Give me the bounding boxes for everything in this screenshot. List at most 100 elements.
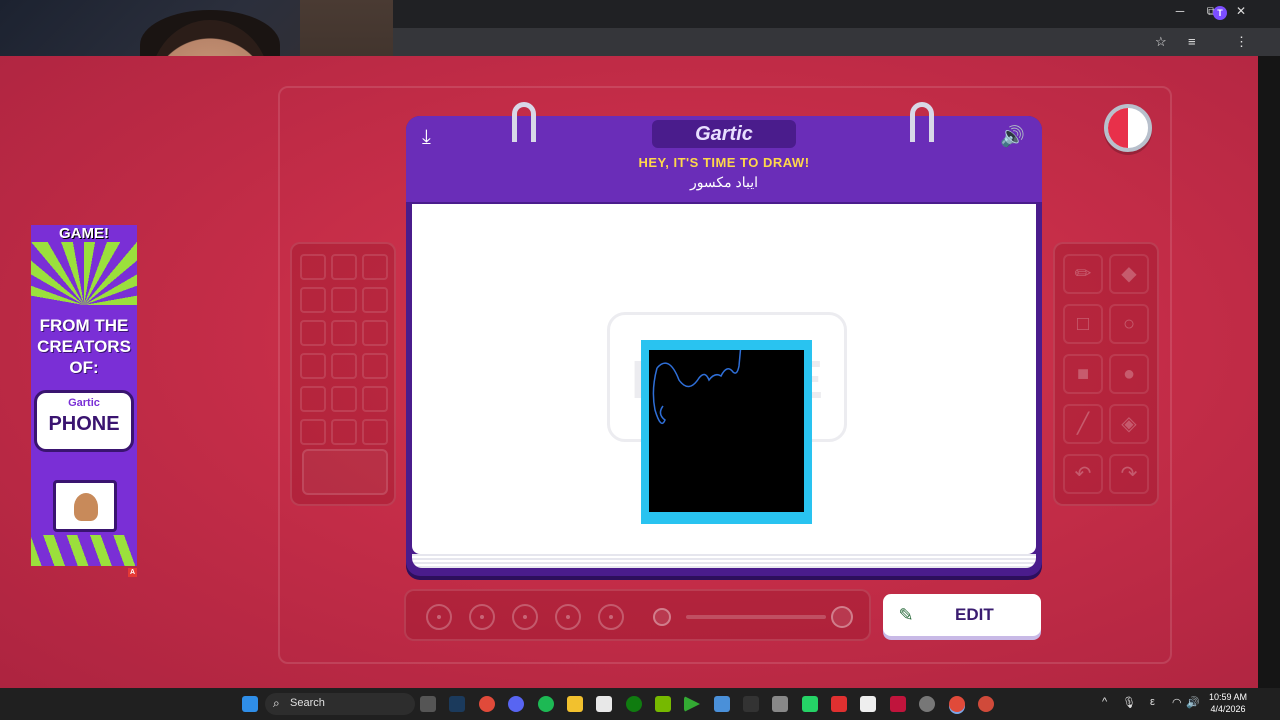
drawing-scribble — [652, 343, 742, 425]
timer-icon — [1104, 104, 1152, 152]
tray-overflow-icon[interactable]: ^ — [1102, 696, 1107, 708]
window-app-icon[interactable] — [714, 696, 730, 712]
browser-title-bar: ─ ⧉ ✕ — [393, 0, 1280, 28]
opacity-slider[interactable] — [686, 615, 826, 619]
album-slot — [362, 287, 388, 313]
brush-size-dot — [609, 615, 613, 619]
draw-instruction: HEY, IT'S TIME TO DRAW! — [638, 155, 810, 170]
ad-logo-main: PHONE — [48, 413, 120, 435]
opacity-slider-knob[interactable] — [831, 606, 853, 628]
start-icon[interactable] — [242, 696, 258, 712]
taskbar-clock[interactable]: 10:59 AM 4/4/2026 — [1202, 691, 1254, 715]
chrome-profile-icon[interactable] — [978, 696, 994, 712]
edit-button[interactable]: ✎ EDIT — [883, 594, 1041, 636]
brush-size-option[interactable] — [598, 604, 624, 630]
album-slot — [300, 287, 326, 313]
media-control-icon[interactable]: ≡ — [1188, 34, 1196, 49]
pencil-icon: ✎ — [898, 605, 914, 625]
nvidia-icon[interactable] — [655, 696, 671, 712]
search-icon: ⌕ — [273, 696, 280, 710]
side-advertisement[interactable]: GAME! FROM THE CREATORS OF: Gartic PHONE — [31, 225, 137, 566]
binder-ring-right — [910, 102, 934, 142]
sound-icon[interactable]: 🔊 — [1000, 124, 1025, 149]
album-slot — [300, 254, 326, 280]
steam-icon[interactable] — [449, 696, 465, 712]
circle-fill-tool-icon[interactable]: ● — [1109, 354, 1149, 394]
album-slot — [331, 419, 357, 445]
browser-menu-icon[interactable]: ⋮ — [1235, 34, 1248, 50]
office-icon[interactable] — [831, 696, 847, 712]
drawing-prompt: ايباد مكسور — [689, 174, 759, 190]
album-large-slot — [302, 449, 388, 495]
sketchbook: Gartic HEY, IT'S TIME TO DRAW! ايباد مكس… — [406, 102, 1042, 576]
xbox-icon[interactable] — [626, 696, 642, 712]
album-slot — [362, 386, 388, 412]
clock-date: 4/4/2026 — [1210, 704, 1246, 714]
album-slot — [331, 386, 357, 412]
redo-tool-icon[interactable]: ↷ — [1109, 454, 1149, 494]
fill-bucket-tool-icon[interactable]: ◈ — [1109, 404, 1149, 444]
volume-icon[interactable]: 🔊 — [1186, 696, 1200, 709]
language-icon[interactable]: ε — [1150, 696, 1155, 708]
rectangle-outline-tool-icon[interactable]: □ — [1063, 304, 1103, 344]
ad-bottom-graphic — [31, 535, 137, 566]
eraser-tool-icon[interactable]: ◆ — [1109, 254, 1149, 294]
album-slot — [300, 386, 326, 412]
close-button[interactable]: ✕ — [1231, 4, 1251, 18]
brush-size-option[interactable] — [426, 604, 452, 630]
ad-card-image — [53, 480, 117, 532]
ad-headline: FROM THE CREATORS OF: — [37, 316, 131, 377]
download-icon[interactable]: ⤓ — [422, 126, 431, 149]
brush-options-bar — [404, 589, 871, 641]
profile-avatar[interactable]: T — [1213, 6, 1227, 20]
discord-icon[interactable] — [508, 696, 524, 712]
album-slot — [300, 419, 326, 445]
adobe-icon[interactable] — [890, 696, 906, 712]
album-slot — [300, 353, 326, 379]
ad-logo-top: Gartic — [68, 397, 100, 409]
search-label: Search — [290, 697, 325, 709]
circle-outline-tool-icon[interactable]: ○ — [1109, 304, 1149, 344]
window-edge — [1258, 56, 1280, 688]
binder-ring-left — [512, 102, 536, 142]
rectangle-fill-tool-icon[interactable]: ■ — [1063, 354, 1103, 394]
chrome-active-icon[interactable] — [949, 696, 965, 712]
whatsapp-icon[interactable] — [802, 696, 818, 712]
wifi-icon[interactable]: ◠ — [1172, 696, 1182, 709]
brush-size-option[interactable] — [512, 604, 538, 630]
gaming-app-icon[interactable] — [743, 696, 759, 712]
windows-taskbar: ⌕ Search ^ 🎙 ε ◠ 🔊 10:59 AM 4/4/2026 — [0, 688, 1280, 720]
opacity-min-icon — [653, 608, 671, 626]
album-slot — [362, 419, 388, 445]
microphone-icon[interactable]: 🎙 — [1122, 696, 1136, 709]
ad-badge[interactable]: A — [128, 568, 137, 577]
bookmark-star-icon[interactable]: ☆ — [1155, 34, 1167, 50]
brush-size-option[interactable] — [555, 604, 581, 630]
brush-size-dot — [566, 615, 570, 619]
album-panel — [290, 242, 396, 506]
album-slot — [362, 353, 388, 379]
taskbar-search[interactable]: ⌕ Search — [265, 693, 415, 715]
ad-game-text: GAME! — [31, 225, 137, 242]
album-slot — [331, 287, 357, 313]
brush-size-dot — [523, 615, 527, 619]
album-slot — [331, 254, 357, 280]
capcut-icon[interactable] — [860, 696, 876, 712]
pencil-tool-icon[interactable]: ✏ — [1063, 254, 1103, 294]
file-explorer-icon[interactable] — [567, 696, 583, 712]
brush-size-option[interactable] — [469, 604, 495, 630]
undo-tool-icon[interactable]: ↶ — [1063, 454, 1103, 494]
calculator-icon[interactable] — [772, 696, 788, 712]
camera-app-icon[interactable] — [420, 696, 436, 712]
store-icon[interactable] — [596, 696, 612, 712]
sketchbook-header: Gartic HEY, IT'S TIME TO DRAW! ايباد مكس… — [406, 116, 1042, 202]
settings-icon[interactable] — [919, 696, 935, 712]
play-icon[interactable] — [684, 696, 700, 712]
line-tool-icon[interactable]: ╱ — [1063, 404, 1103, 444]
album-slot — [362, 254, 388, 280]
spotify-icon[interactable] — [538, 696, 554, 712]
chrome-icon[interactable] — [479, 696, 495, 712]
album-slot — [362, 320, 388, 346]
minimize-button[interactable]: ─ — [1170, 4, 1190, 18]
clock-time: 10:59 AM — [1208, 692, 1248, 702]
